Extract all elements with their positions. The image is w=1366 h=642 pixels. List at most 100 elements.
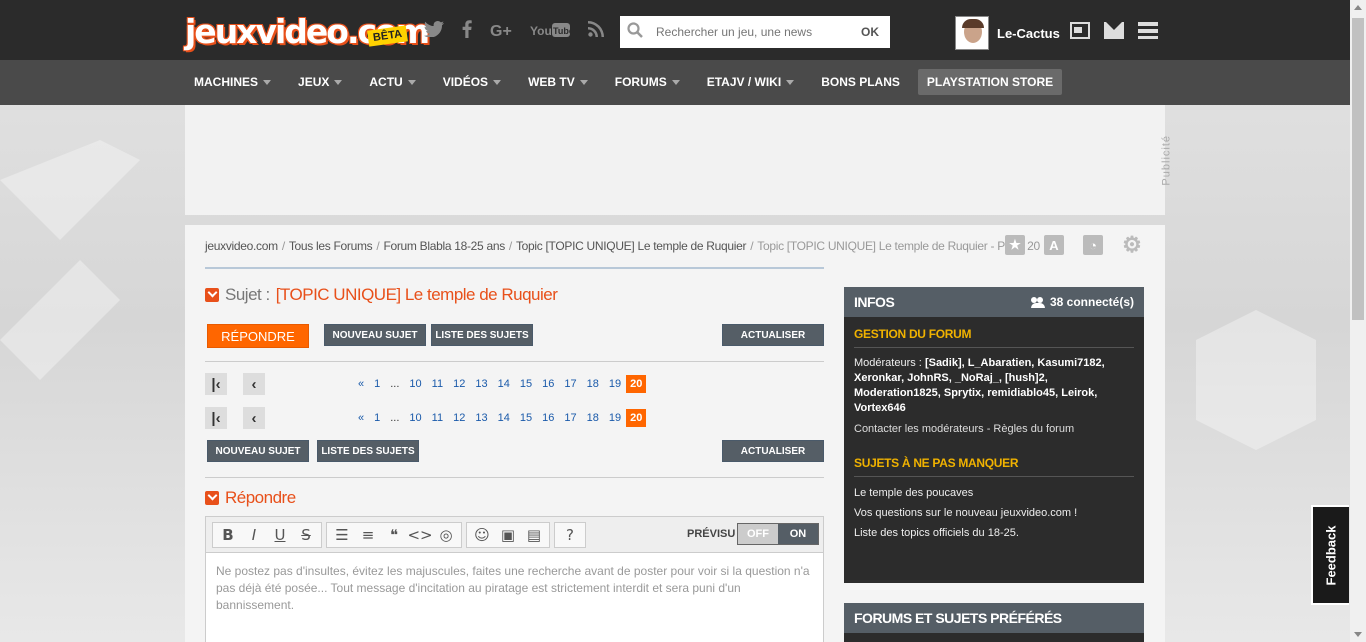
italic-icon[interactable]: I bbox=[243, 525, 265, 545]
nav-item-videos[interactable]: VIDÉOS bbox=[434, 69, 510, 95]
nav-item-bons-plans[interactable]: BONS PLANS bbox=[812, 69, 909, 95]
numbered-list-icon[interactable]: ≡ bbox=[357, 525, 379, 545]
breadcrumb-topic[interactable]: Topic [TOPIC UNIQUE] Le temple de Ruquie… bbox=[516, 239, 747, 253]
breadcrumb-home[interactable]: jeuxvideo.com bbox=[205, 239, 278, 253]
message-textarea[interactable]: Ne postez pas d'insultes, évitez les maj… bbox=[206, 553, 823, 624]
image-icon[interactable]: ▣ bbox=[497, 525, 519, 545]
username[interactable]: Le-Cactus bbox=[997, 26, 1060, 41]
nav-item-forums[interactable]: FORUMS bbox=[606, 69, 689, 95]
page-link[interactable]: 18 bbox=[582, 378, 604, 390]
site-logo[interactable]: jeuxvideo.com BÊTA bbox=[185, 10, 430, 51]
page-link[interactable]: 10 bbox=[404, 378, 426, 390]
star-icon[interactable]: ★ bbox=[1005, 235, 1025, 255]
toggle-on[interactable]: ON bbox=[778, 524, 818, 544]
breadcrumb-all-forums[interactable]: Tous les Forums bbox=[289, 239, 373, 253]
preview-toggle[interactable]: OFF ON bbox=[737, 523, 819, 545]
page-link[interactable]: 15 bbox=[515, 412, 537, 424]
page-link[interactable]: 18 bbox=[582, 412, 604, 424]
help-icon[interactable]: ? bbox=[559, 525, 581, 545]
avatar[interactable] bbox=[955, 16, 989, 50]
collapse-icon[interactable] bbox=[205, 288, 219, 302]
refresh-button[interactable]: ACTUALISER bbox=[722, 324, 824, 346]
page-first-link[interactable]: « bbox=[353, 378, 369, 390]
newsfeed-icon[interactable] bbox=[1070, 22, 1090, 39]
smiley-icon[interactable]: ☺ bbox=[471, 525, 493, 545]
page-link[interactable]: 14 bbox=[493, 378, 515, 390]
page-link[interactable]: 16 bbox=[537, 412, 559, 424]
code-icon[interactable]: <> bbox=[407, 525, 432, 545]
prev-page-icon[interactable]: ‹ bbox=[243, 407, 265, 429]
page-scrollbar[interactable] bbox=[1350, 0, 1366, 642]
page-link[interactable]: 19 bbox=[604, 378, 626, 390]
page-link[interactable]: 13 bbox=[470, 378, 492, 390]
nav-item-playstation-store[interactable]: PLAYSTATION STORE bbox=[917, 69, 1063, 95]
must-see-item[interactable]: Le temple des poucaves bbox=[854, 483, 1134, 503]
page-link[interactable]: 12 bbox=[448, 412, 470, 424]
scroll-up-icon[interactable] bbox=[1354, 5, 1362, 10]
bullet-list-icon[interactable]: ☰ bbox=[331, 525, 353, 545]
rss-feed-icon[interactable]: ◔ bbox=[1083, 235, 1103, 255]
must-see-item[interactable]: Liste des topics officiels du 18-25. bbox=[854, 523, 1134, 543]
page-link[interactable]: 19 bbox=[604, 412, 626, 424]
nav-item-machines[interactable]: MACHINES bbox=[185, 69, 280, 95]
scroll-thumb[interactable] bbox=[1352, 18, 1364, 320]
nav-item-jeux[interactable]: JEUX bbox=[289, 69, 351, 95]
new-topic-button-bottom[interactable]: NOUVEAU SUJET bbox=[207, 440, 309, 462]
video-icon[interactable]: ▤ bbox=[523, 525, 545, 545]
infos-title: INFOS bbox=[854, 294, 895, 310]
nav-label: ETAJV / WIKI bbox=[706, 75, 782, 89]
user-area[interactable]: Le-Cactus bbox=[955, 16, 1060, 50]
refresh-button-bottom[interactable]: ACTUALISER bbox=[722, 440, 824, 462]
topic-list-button[interactable]: LISTE DES SUJETS bbox=[431, 324, 533, 346]
facebook-icon[interactable] bbox=[462, 20, 472, 43]
page-link[interactable]: 16 bbox=[537, 378, 559, 390]
nav-item-webtv[interactable]: WEB TV bbox=[519, 69, 597, 95]
google-plus-icon[interactable]: G+ bbox=[490, 23, 512, 41]
font-size-icon[interactable]: A bbox=[1044, 235, 1064, 255]
mail-icon[interactable] bbox=[1104, 22, 1124, 39]
page-link[interactable]: 17 bbox=[559, 378, 581, 390]
nav-item-actu[interactable]: ACTU bbox=[360, 69, 424, 95]
twitter-icon[interactable] bbox=[424, 21, 444, 42]
youtube-icon[interactable]: YouTube bbox=[530, 22, 574, 41]
rss-icon[interactable] bbox=[587, 21, 604, 42]
page-link[interactable]: 17 bbox=[559, 412, 581, 424]
topic-list-button-bottom[interactable]: LISTE DES SUJETS bbox=[317, 440, 419, 462]
quote-icon[interactable]: ❝ bbox=[383, 525, 405, 545]
contact-moderators-link[interactable]: Contacter les modérateurs bbox=[854, 423, 984, 435]
page-link[interactable]: 1 bbox=[369, 412, 385, 424]
scroll-down-icon[interactable] bbox=[1354, 632, 1362, 637]
bold-icon[interactable]: B bbox=[217, 525, 239, 545]
collapse-icon[interactable] bbox=[205, 491, 219, 505]
nav-item-etajv-wiki[interactable]: ETAJV / WIKI bbox=[698, 69, 803, 95]
page-link[interactable]: 1 bbox=[369, 378, 385, 390]
search-input[interactable] bbox=[650, 16, 850, 48]
page-first-link[interactable]: « bbox=[353, 412, 369, 424]
first-page-icon[interactable]: |‹ bbox=[205, 373, 227, 395]
page-link[interactable]: 11 bbox=[427, 378, 448, 390]
search-ok-button[interactable]: OK bbox=[850, 25, 890, 39]
page-link[interactable]: 12 bbox=[448, 378, 470, 390]
must-see-item[interactable]: Vos questions sur le nouveau jeuxvideo.c… bbox=[854, 503, 1134, 523]
strikethrough-icon[interactable]: S bbox=[295, 525, 317, 545]
toggle-off[interactable]: OFF bbox=[738, 524, 778, 544]
breadcrumb-separator: / bbox=[750, 239, 754, 253]
underline-icon[interactable]: U bbox=[269, 525, 291, 545]
page-link[interactable]: 13 bbox=[470, 412, 492, 424]
reply-button[interactable]: RÉPONDRE bbox=[207, 324, 309, 348]
breadcrumb-forum[interactable]: Forum Blabla 18-25 ans bbox=[383, 239, 505, 253]
forum-rules-link[interactable]: Règles du forum bbox=[993, 423, 1074, 435]
feedback-label: Feedback bbox=[1323, 525, 1339, 585]
new-topic-button[interactable]: NOUVEAU SUJET bbox=[324, 324, 426, 346]
spoiler-icon[interactable]: ◎ bbox=[435, 525, 457, 545]
menu-list-icon[interactable] bbox=[1138, 22, 1158, 39]
page-link[interactable]: 11 bbox=[427, 412, 448, 424]
first-page-icon[interactable]: |‹ bbox=[205, 407, 227, 429]
gear-icon[interactable]: ⚙ bbox=[1122, 232, 1142, 257]
page-link[interactable]: 14 bbox=[493, 412, 515, 424]
ad-label: Publicité bbox=[1161, 135, 1173, 186]
prev-page-icon[interactable]: ‹ bbox=[243, 373, 265, 395]
page-link[interactable]: 10 bbox=[404, 412, 426, 424]
page-link[interactable]: 15 bbox=[515, 378, 537, 390]
feedback-tab[interactable]: Feedback bbox=[1311, 505, 1349, 605]
